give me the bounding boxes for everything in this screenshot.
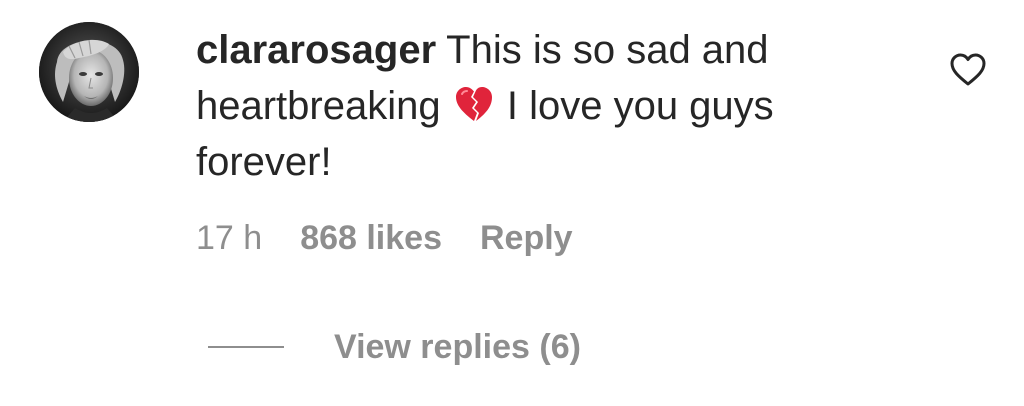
view-replies-button[interactable]: View replies (6) xyxy=(208,324,581,370)
avatar[interactable] xyxy=(39,22,139,122)
broken-heart-emoji-icon xyxy=(454,85,494,125)
comment-meta: 17 h 868 likes Reply xyxy=(196,214,573,262)
comment-likes-count[interactable]: 868 likes xyxy=(300,219,442,258)
reply-button[interactable]: Reply xyxy=(480,219,573,258)
avatar-photo xyxy=(39,22,139,122)
replies-divider-line xyxy=(208,346,284,348)
like-button[interactable] xyxy=(948,50,988,90)
comment-username[interactable]: clararosager xyxy=(196,28,436,72)
heart-outline-icon xyxy=(950,53,986,86)
comment-text: clararosager This is so sad and heartbrea… xyxy=(196,22,896,190)
comment-item: clararosager This is so sad and heartbrea… xyxy=(0,0,1024,406)
view-replies-label: View replies (6) xyxy=(334,327,581,366)
comment-timestamp[interactable]: 17 h xyxy=(196,219,262,258)
